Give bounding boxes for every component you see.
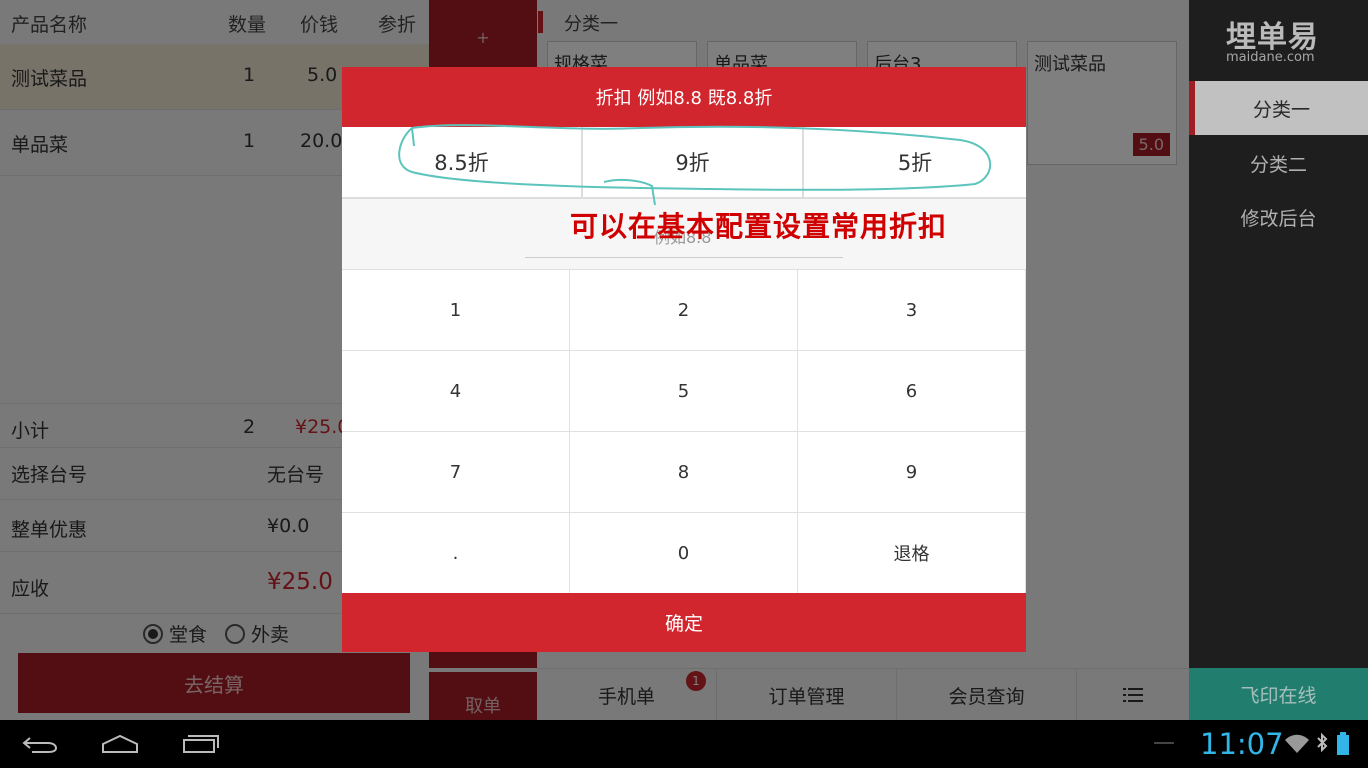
notification-dash-icon (1154, 742, 1174, 744)
system-navigation-bar (0, 720, 1368, 768)
wifi-icon (1285, 734, 1309, 753)
home-icon[interactable] (101, 734, 139, 754)
status-clock: 11:07 (1200, 727, 1284, 761)
bluetooth-icon (1317, 732, 1328, 753)
annotation-note: 可以在基本配置设置常用折扣 (570, 210, 948, 243)
annotation-circle (398, 124, 991, 206)
recent-apps-icon[interactable] (182, 734, 220, 754)
back-icon[interactable] (22, 734, 58, 754)
battery-icon (1337, 732, 1349, 755)
annotation-arrow (603, 178, 656, 206)
